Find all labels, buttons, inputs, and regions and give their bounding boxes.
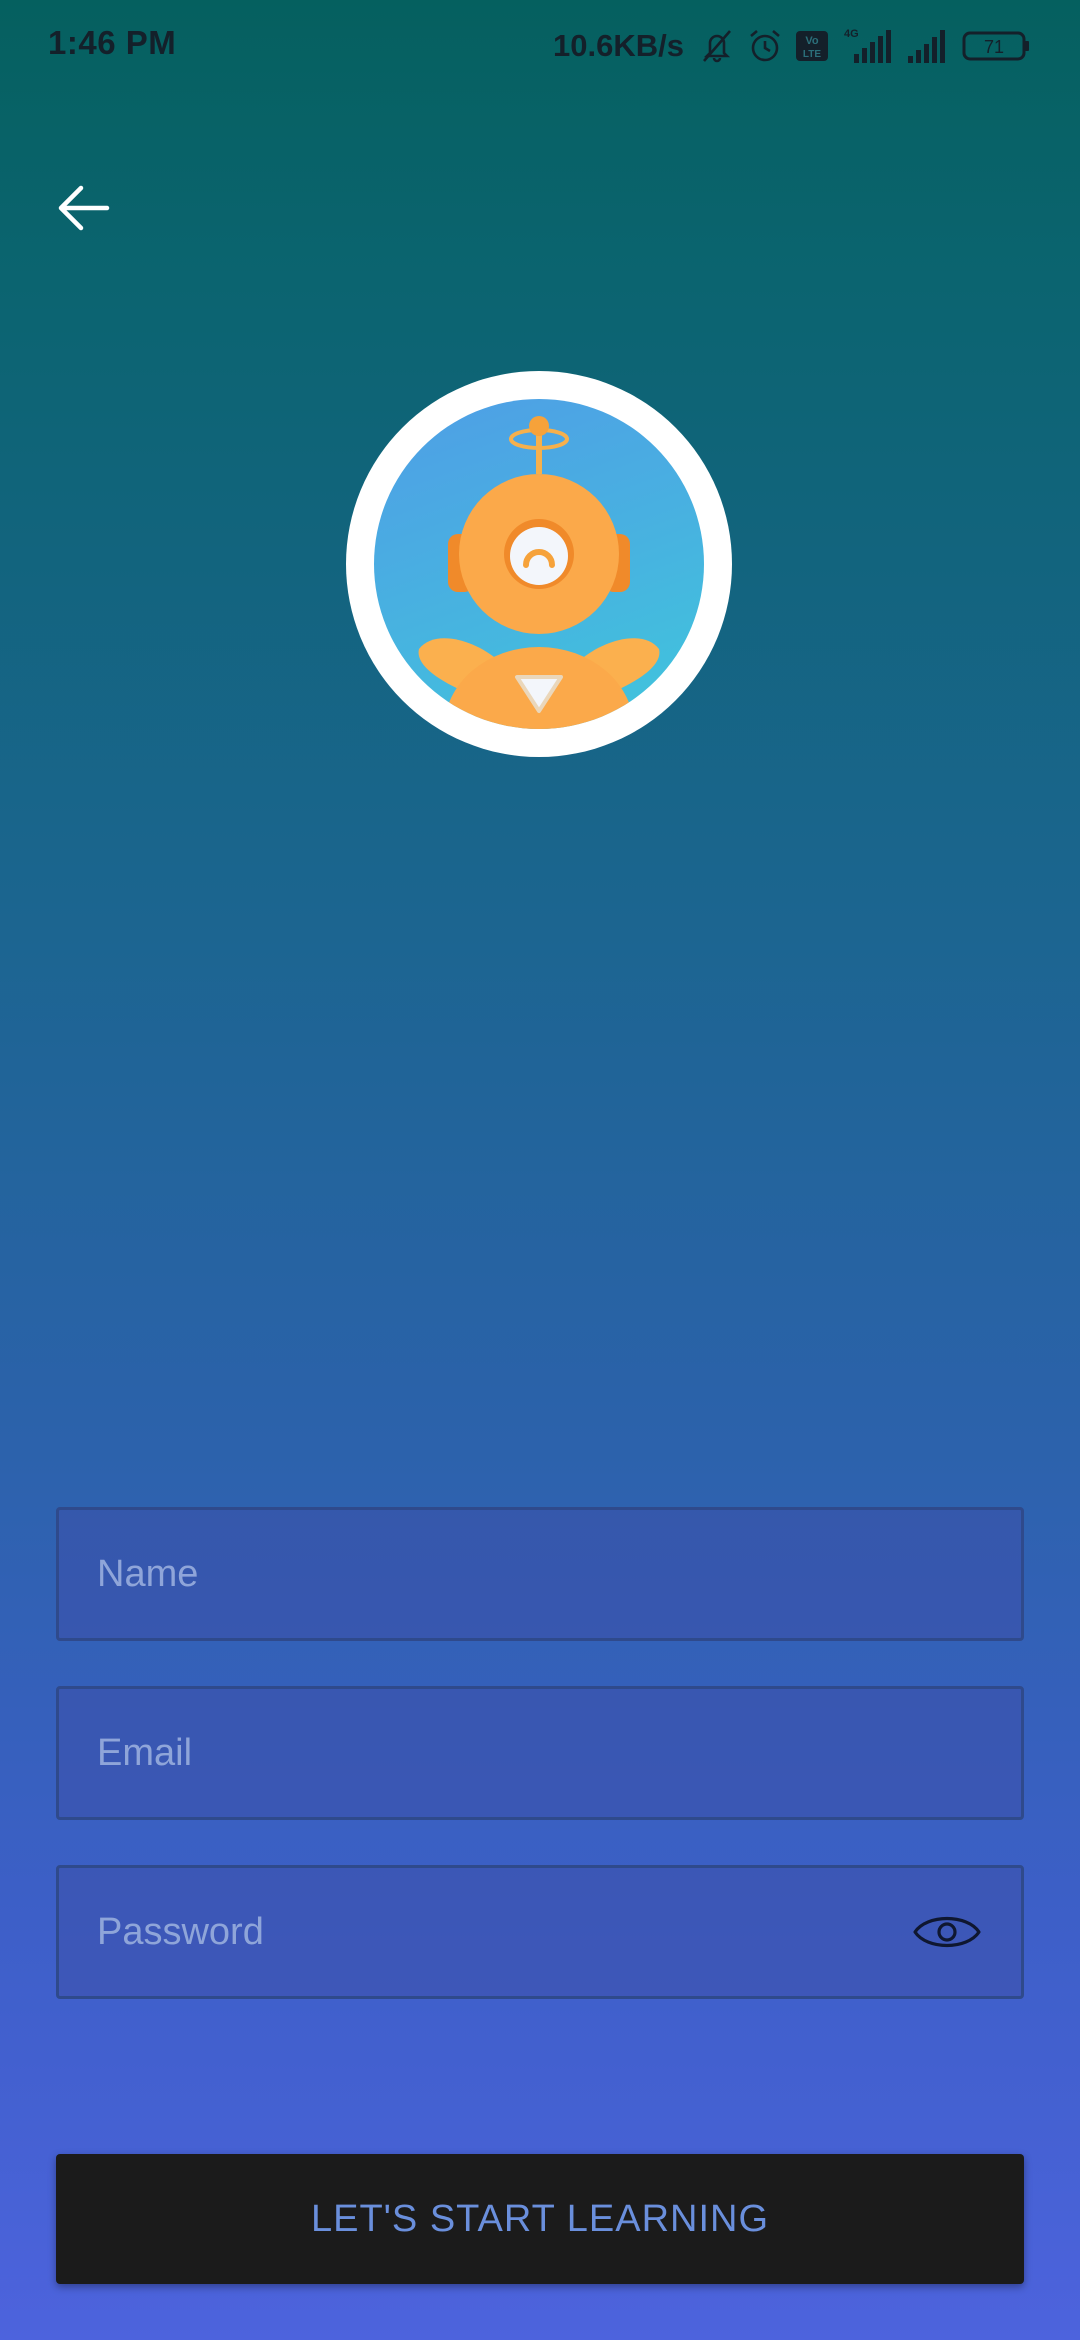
network-speed: 10.6KB/s <box>553 28 684 63</box>
email-input[interactable] <box>97 1689 937 1817</box>
signal-icon <box>906 26 952 66</box>
svg-text:Vo: Vo <box>805 35 819 47</box>
mute-icon <box>698 27 736 65</box>
signal-icon: 4G <box>840 26 896 66</box>
alarm-icon <box>746 27 784 65</box>
back-button[interactable] <box>38 165 128 255</box>
avatar <box>346 371 732 757</box>
arrow-left-icon <box>53 178 113 243</box>
password-input[interactable] <box>97 1868 937 1996</box>
email-field[interactable] <box>56 1686 1024 1820</box>
status-time: 1:46 PM <box>48 24 177 61</box>
password-field[interactable] <box>56 1865 1024 1999</box>
name-input[interactable] <box>97 1510 937 1638</box>
password-visibility-toggle[interactable] <box>909 1906 985 1962</box>
signup-screen: 1:46 PM 10.6KB/s Vo LTE 4G 71 Name Email… <box>0 0 1080 2340</box>
name-field[interactable] <box>56 1507 1024 1641</box>
eye-icon <box>912 1910 982 1959</box>
volte-icon: Vo LTE <box>794 28 830 64</box>
svg-text:4G: 4G <box>844 28 859 40</box>
start-learning-button[interactable]: LET'S START LEARNING <box>56 2154 1024 2284</box>
robot-mascot-icon <box>418 416 660 729</box>
avatar-image <box>374 399 704 729</box>
status-bar: 1:46 PM 10.6KB/s Vo LTE 4G 71 <box>0 0 1080 90</box>
status-icons: 10.6KB/s Vo LTE 4G 71 <box>553 22 1032 70</box>
battery-level: 71 <box>984 37 1004 57</box>
battery-icon: 71 <box>962 28 1032 64</box>
svg-text:LTE: LTE <box>803 49 821 60</box>
